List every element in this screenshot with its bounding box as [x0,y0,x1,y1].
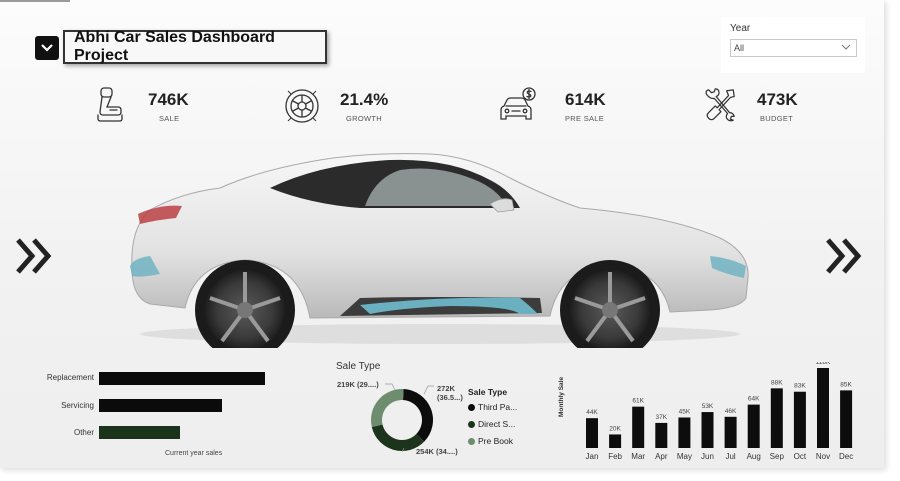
tools-icon [705,88,735,122]
column-data-label: 118K [816,362,831,366]
column-data-label: 53K [702,403,714,410]
donut-chart-title: Sale Type [336,361,381,372]
column-data-label: 64K [748,396,760,403]
column-data-label: 46K [725,408,737,415]
column-bar[interactable] [747,404,760,448]
column-bar[interactable] [655,422,668,448]
legend-label: Direct S... [478,419,516,429]
year-slicer: Year All [721,17,865,73]
column-category-label: Dec [839,452,853,461]
column-category-label: Mar [631,452,645,461]
chevron-down-icon [841,44,851,50]
car-dollar-icon [500,87,536,120]
column-bar[interactable] [770,388,783,448]
column-bar[interactable] [678,417,691,448]
column-bar[interactable] [609,434,622,448]
kpi-sale-value: 746K [148,90,189,109]
kpi-growth: 21.4% GROWTH [284,86,414,130]
legend-item-direct[interactable]: Direct S... [468,419,515,429]
kpi-pre-sale: 614K PRE SALE [498,86,628,130]
chevron-down-icon [41,44,53,52]
page-title: Abhi Car Sales Dashboard Project [63,29,327,64]
column-data-label: 61K [632,398,644,405]
monthly-sale-chart: Monthly Sale 44K Jan 20K Feb 61K Mar 37K Apr 45K… [558,359,860,466]
column-data-label: 83K [794,383,806,390]
legend-dot [468,438,475,445]
donut-data-label-pre-book: 219K (29....) [337,380,379,389]
column-bar[interactable] [724,416,737,448]
column-data-label: 45K [679,408,691,415]
top-divider [0,0,70,2]
tire-icon [285,89,319,123]
column-data-label: 88K [771,379,783,386]
year-dropdown[interactable]: All [730,39,857,57]
hbar-bar[interactable] [99,399,222,412]
column-category-label: Apr [655,452,668,461]
legend-item-third-party[interactable]: Third Pa... [468,402,517,412]
column-category-label: Jul [725,452,735,461]
hbar-bar[interactable] [99,426,181,439]
column-category-label: Feb [608,452,622,461]
donut-data-label-third-party: 272K (36.5...) [437,384,463,402]
previous-arrow-icon[interactable] [14,236,54,276]
year-dropdown-value: All [734,43,745,53]
donut-legend-title: Sale Type [468,387,508,397]
legend-item-pre-book[interactable]: Pre Book [468,436,513,446]
column-category-label: Jan [586,452,599,461]
donut-data-label-direct: 254K (34....) [416,447,458,456]
legend-dot [468,404,475,411]
legend-label: Third Pa... [478,402,518,412]
hbar-category-label: Other [73,428,94,437]
column-bar[interactable] [701,412,714,448]
hbar-category-label: Servicing [61,401,94,410]
kpi-budget: 473K BUDGET [702,86,822,130]
column-data-label: 37K [656,414,668,421]
column-bar[interactable] [632,406,645,448]
column-bar[interactable] [793,391,806,448]
next-arrow-icon[interactable] [824,236,864,276]
kpi-budget-label: BUDGET [760,114,794,123]
current-year-sales-chart: Replacement Servicing Other Current year… [30,362,300,462]
hbar-bar[interactable] [99,372,265,385]
column-data-label: 85K [840,381,852,388]
column-bar[interactable] [817,368,829,448]
collapse-toggle-button[interactable] [35,36,59,60]
kpi-sale: 746K SALE [92,86,212,130]
col-y-axis-label: Monthly Sale [558,376,565,418]
column-bar[interactable] [586,418,598,448]
column-data-label: 20K [609,425,621,432]
column-category-label: Oct [794,452,807,461]
kpi-growth-label: GROWTH [346,114,382,123]
legend-label: Pre Book [478,436,513,446]
legend-dot [468,421,475,428]
column-data-label: 44K [586,409,598,416]
hbar-category-label: Replacement [46,373,94,382]
kpi-growth-value: 21.4% [340,90,389,109]
column-category-label: Nov [816,452,830,461]
column-category-label: Aug [747,452,761,461]
column-bar[interactable] [840,390,853,448]
kpi-sale-label: SALE [159,114,180,123]
hbar-x-axis-label: Current year sales [165,450,223,457]
car-seat-icon [97,87,123,122]
column-category-label: Sep [770,452,785,461]
kpi-pre-sale-value: 614K [565,90,606,109]
car-image [130,153,749,348]
column-category-label: Jun [701,452,714,461]
kpi-budget-value: 473K [757,90,798,109]
column-category-label: May [677,452,692,461]
monthly-sale-plot: 44K Jan 20K Feb 61K Mar 37K Apr 45K May 53K Jun 46K J… [586,359,854,461]
kpi-pre-sale-label: PRE SALE [565,114,605,123]
slicer-label: Year [730,23,751,34]
